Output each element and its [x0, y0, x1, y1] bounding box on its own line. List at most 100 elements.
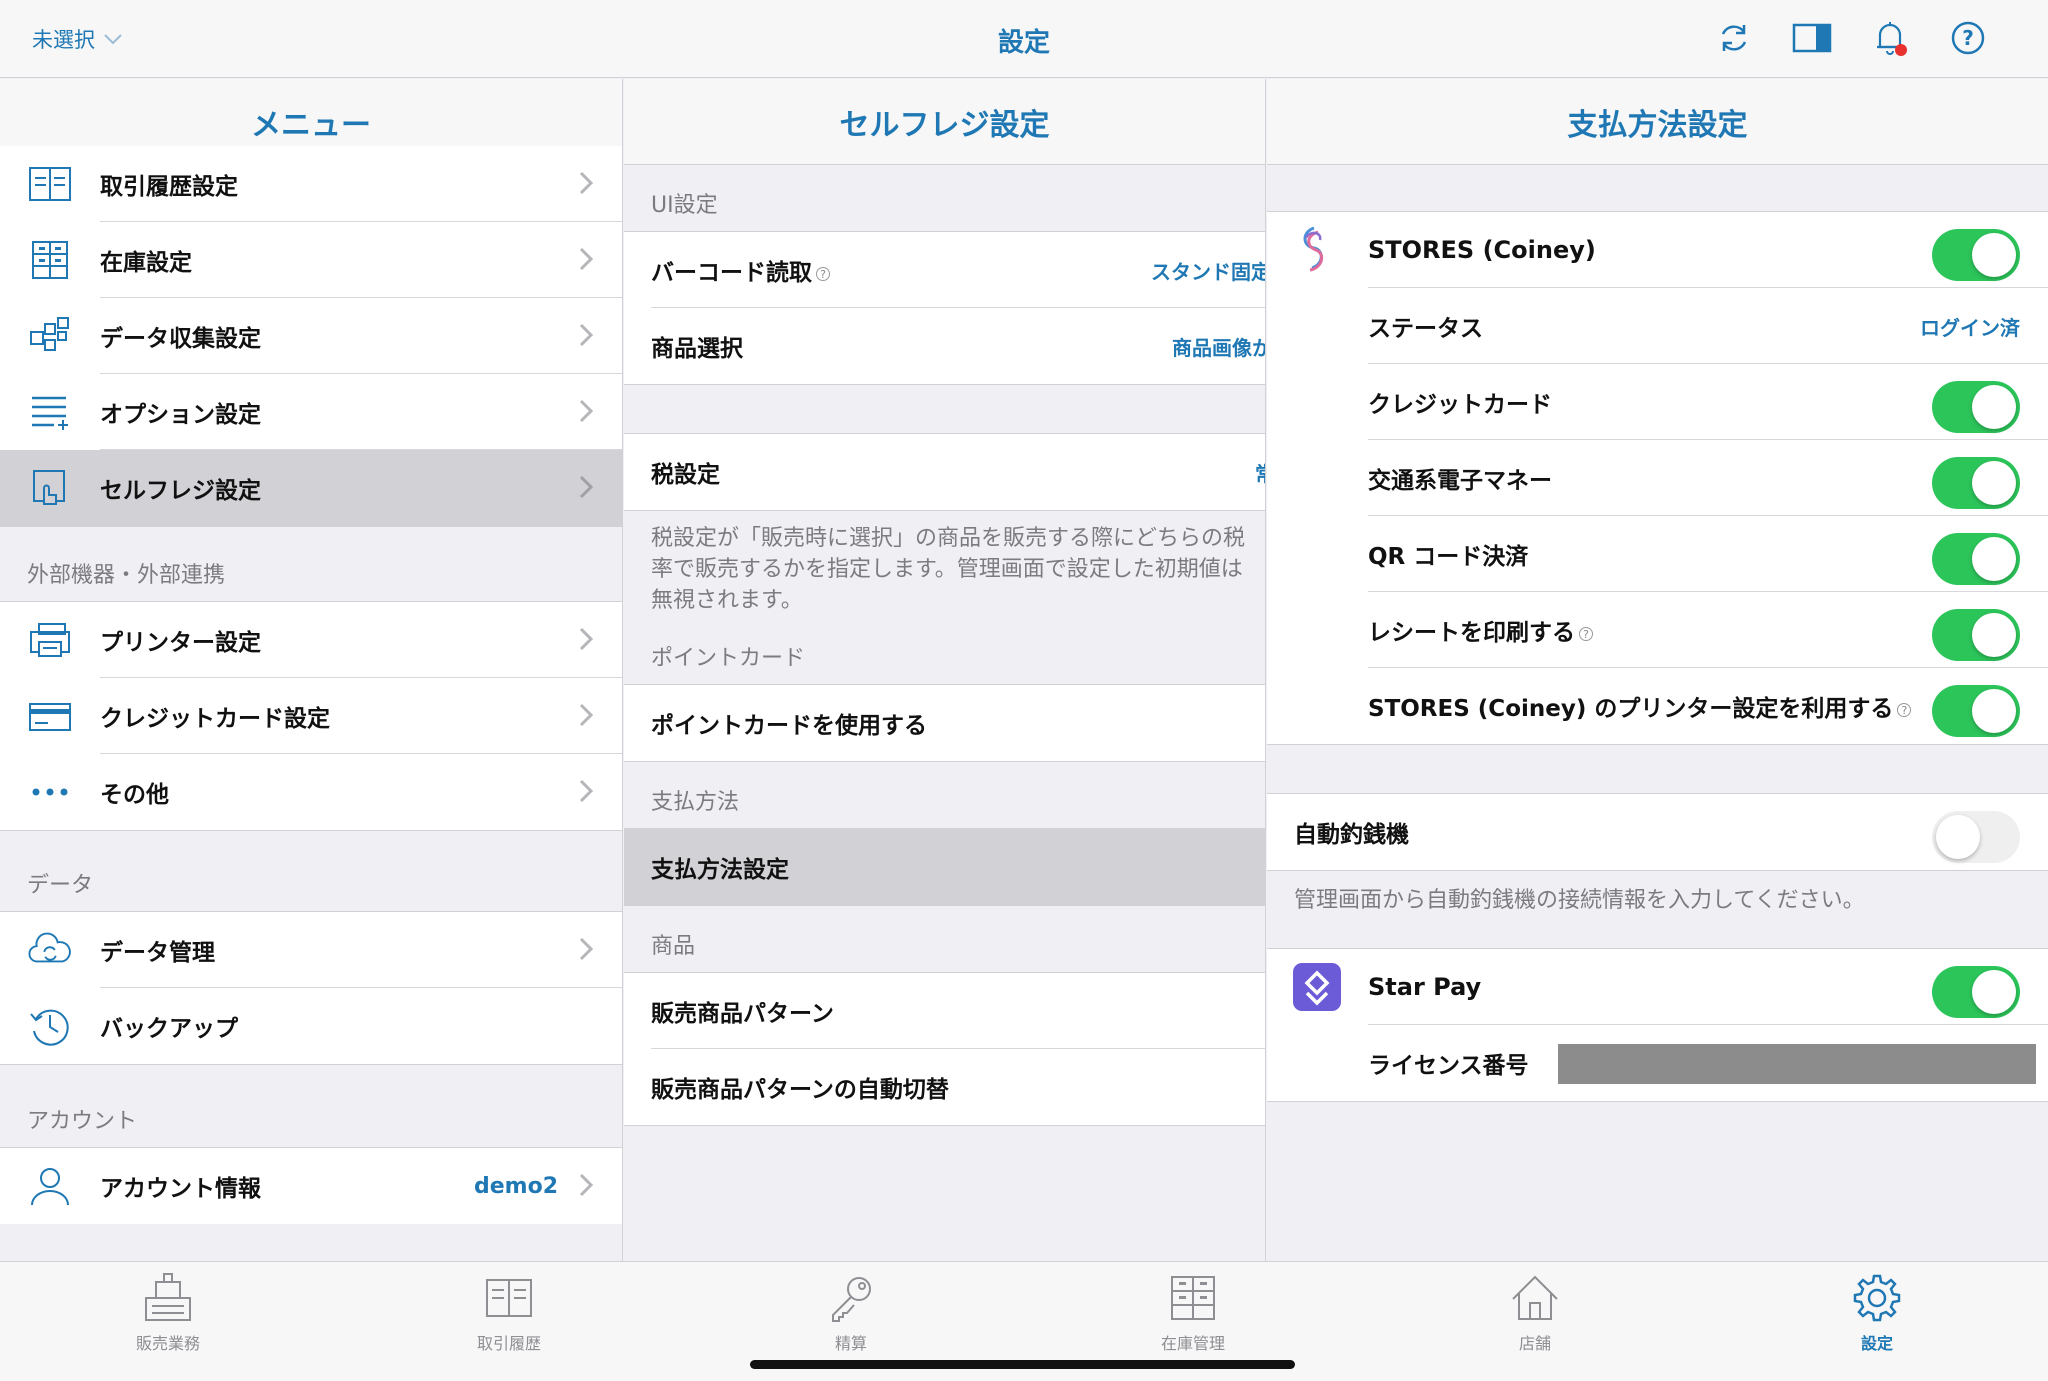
option-list-icon: [28, 392, 72, 432]
menu-item-inventory-settings[interactable]: 在庫設定: [0, 222, 622, 298]
sales-pattern-row[interactable]: 販売商品パターン: [624, 973, 1265, 1049]
menu-item-label: 在庫設定: [100, 250, 192, 276]
print-receipt-toggle[interactable]: [1932, 609, 2020, 661]
split-view-icon[interactable]: [1792, 18, 1832, 58]
barcode-reading-row[interactable]: バーコード読取? スタンド固定: [624, 232, 1265, 308]
payment-settings-column: 支払方法設定 STORES (Coiney) ステータス ログイン済 クレジット…: [1267, 79, 2048, 1261]
cloud-sync-icon: [28, 930, 72, 970]
section-label-data: データ: [27, 873, 94, 898]
svg-text:?: ?: [1962, 26, 1974, 50]
tab-settings[interactable]: 設定: [1797, 1270, 1957, 1354]
qr-payment-row: QR コード決済: [1267, 516, 2048, 592]
chevron-right-icon: [579, 1173, 594, 1197]
license-number-input[interactable]: [1558, 1044, 2036, 1084]
menu-item-label: 取引履歴設定: [100, 174, 238, 200]
tab-transaction-history[interactable]: 取引履歴: [429, 1270, 589, 1354]
product-selection-value: 商品画像から: [1172, 335, 1265, 360]
data-collect-icon: [28, 316, 72, 356]
gear-icon: [1797, 1270, 1957, 1326]
self-register-header: セルフレジ設定: [624, 79, 1265, 165]
menu-item-data-management[interactable]: データ管理: [0, 912, 622, 988]
license-number-label: ライセンス番号: [1368, 1053, 1529, 1079]
home-indicator: [750, 1360, 1295, 1369]
credit-card-toggle[interactable]: [1932, 381, 2020, 433]
tax-settings-description: 税設定が「販売時に選択」の商品を販売する際にどちらの税 率で販売するかを指定しま…: [651, 526, 1246, 613]
chevron-right-icon: [579, 323, 594, 347]
help-icon: ?: [816, 266, 830, 281]
more-icon: [28, 772, 72, 812]
chevron-right-icon: [579, 627, 594, 651]
payment-method-settings-row[interactable]: 支払方法設定: [624, 829, 1265, 905]
credit-card-row: クレジットカード: [1267, 364, 2048, 440]
menu-column: メニュー 取引履歴設定 在庫設定 データ収集設定 オプション設定 セルフレジ設定…: [0, 79, 623, 1261]
transit-emoney-row: 交通系電子マネー: [1267, 440, 2048, 516]
use-stores-printer-toggle[interactable]: [1932, 685, 2020, 737]
help-icon[interactable]: ?: [1948, 18, 1988, 58]
menu-item-self-register-settings[interactable]: セルフレジ設定: [0, 450, 622, 526]
menu-item-other[interactable]: その他: [0, 754, 622, 830]
sales-pattern-auto-switch-row[interactable]: 販売商品パターンの自動切替: [624, 1049, 1265, 1125]
menu-item-label: プリンター設定: [100, 630, 261, 656]
menu-group-external: プリンター設定 クレジットカード設定 その他: [0, 601, 622, 831]
stores-status-label: ステータス: [1368, 316, 1483, 342]
chevron-right-icon: [579, 171, 594, 195]
barcode-reading-value: スタンド固定: [1151, 259, 1266, 284]
menu-item-label: セルフレジ設定: [100, 478, 261, 504]
use-point-card-label: ポイントカードを使用する: [651, 713, 927, 739]
menu-item-label: データ管理: [100, 940, 215, 966]
menu-item-label: アカウント情報: [100, 1176, 261, 1202]
history-icon: [28, 1006, 72, 1046]
tab-store[interactable]: 店舗: [1455, 1270, 1615, 1354]
help-icon: ?: [1897, 702, 1912, 717]
menu-item-account-info[interactable]: アカウント情報 demo2: [0, 1148, 622, 1224]
section-label-ui: UI設定: [651, 193, 718, 218]
license-number-row: ライセンス番号: [1267, 1025, 2048, 1101]
star-pay-toggle[interactable]: [1932, 966, 2020, 1018]
stores-status-value: ログイン済: [1920, 315, 2020, 340]
point-card-group: ポイントカードを使用する: [624, 684, 1265, 762]
tab-settlement[interactable]: 精算: [771, 1270, 931, 1354]
section-label-product: 商品: [651, 934, 696, 959]
product-selection-row[interactable]: 商品選択 商品画像から: [624, 308, 1265, 384]
help-icon: ?: [1579, 626, 1593, 641]
tab-inventory[interactable]: 在庫管理: [1113, 1270, 1273, 1354]
tax-settings-row[interactable]: 税設定 常: [624, 434, 1265, 510]
chevron-right-icon: [579, 475, 594, 499]
tab-sales[interactable]: 販売業務: [88, 1270, 248, 1354]
use-point-card-row[interactable]: ポイントカードを使用する: [624, 685, 1265, 761]
menu-item-label: オプション設定: [100, 402, 261, 428]
self-register-icon: [28, 468, 72, 508]
star-pay-logo-icon: [1293, 963, 1341, 1011]
inventory-icon: [28, 240, 72, 280]
receipt-list-icon: [28, 164, 72, 204]
auto-changer-group: 自動釣銭機: [1267, 793, 2048, 871]
payment-settings-header: 支払方法設定: [1267, 79, 2048, 165]
auto-changer-toggle[interactable]: [1932, 811, 2020, 863]
menu-group-account: アカウント情報 demo2: [0, 1147, 622, 1224]
menu-item-transaction-history-settings[interactable]: 取引履歴設定: [0, 146, 622, 222]
print-receipt-label: レシートを印刷する?: [1368, 613, 1593, 647]
tab-label: 取引履歴: [476, 1334, 541, 1353]
menu-item-label: データ収集設定: [100, 326, 261, 352]
bell-icon[interactable]: [1870, 18, 1910, 58]
tab-label: 精算: [834, 1334, 867, 1353]
barcode-reading-label: バーコード読取?: [651, 253, 830, 287]
use-stores-printer-label: STORES (Coiney) のプリンター設定を利用する?: [1368, 689, 1912, 723]
chevron-right-icon: [579, 247, 594, 271]
product-selection-label: 商品選択: [651, 336, 743, 362]
section-label-point-card: ポイントカード: [651, 646, 806, 671]
menu-item-credit-card-settings[interactable]: クレジットカード設定: [0, 678, 622, 754]
chevron-right-icon: [579, 779, 594, 803]
menu-item-label: クレジットカード設定: [100, 706, 330, 732]
stores-coiney-toggle[interactable]: [1932, 229, 2020, 281]
tab-label: 店舗: [1518, 1334, 1551, 1353]
menu-item-option-settings[interactable]: オプション設定: [0, 374, 622, 450]
qr-payment-toggle[interactable]: [1932, 533, 2020, 585]
receipt-book-icon: [429, 1270, 589, 1326]
stores-coiney-logo-icon: [1289, 224, 1339, 274]
menu-item-printer-settings[interactable]: プリンター設定: [0, 602, 622, 678]
menu-item-backup[interactable]: バックアップ: [0, 988, 622, 1064]
menu-item-data-collection-settings[interactable]: データ収集設定: [0, 298, 622, 374]
sync-icon[interactable]: [1714, 18, 1754, 58]
transit-emoney-toggle[interactable]: [1932, 457, 2020, 509]
